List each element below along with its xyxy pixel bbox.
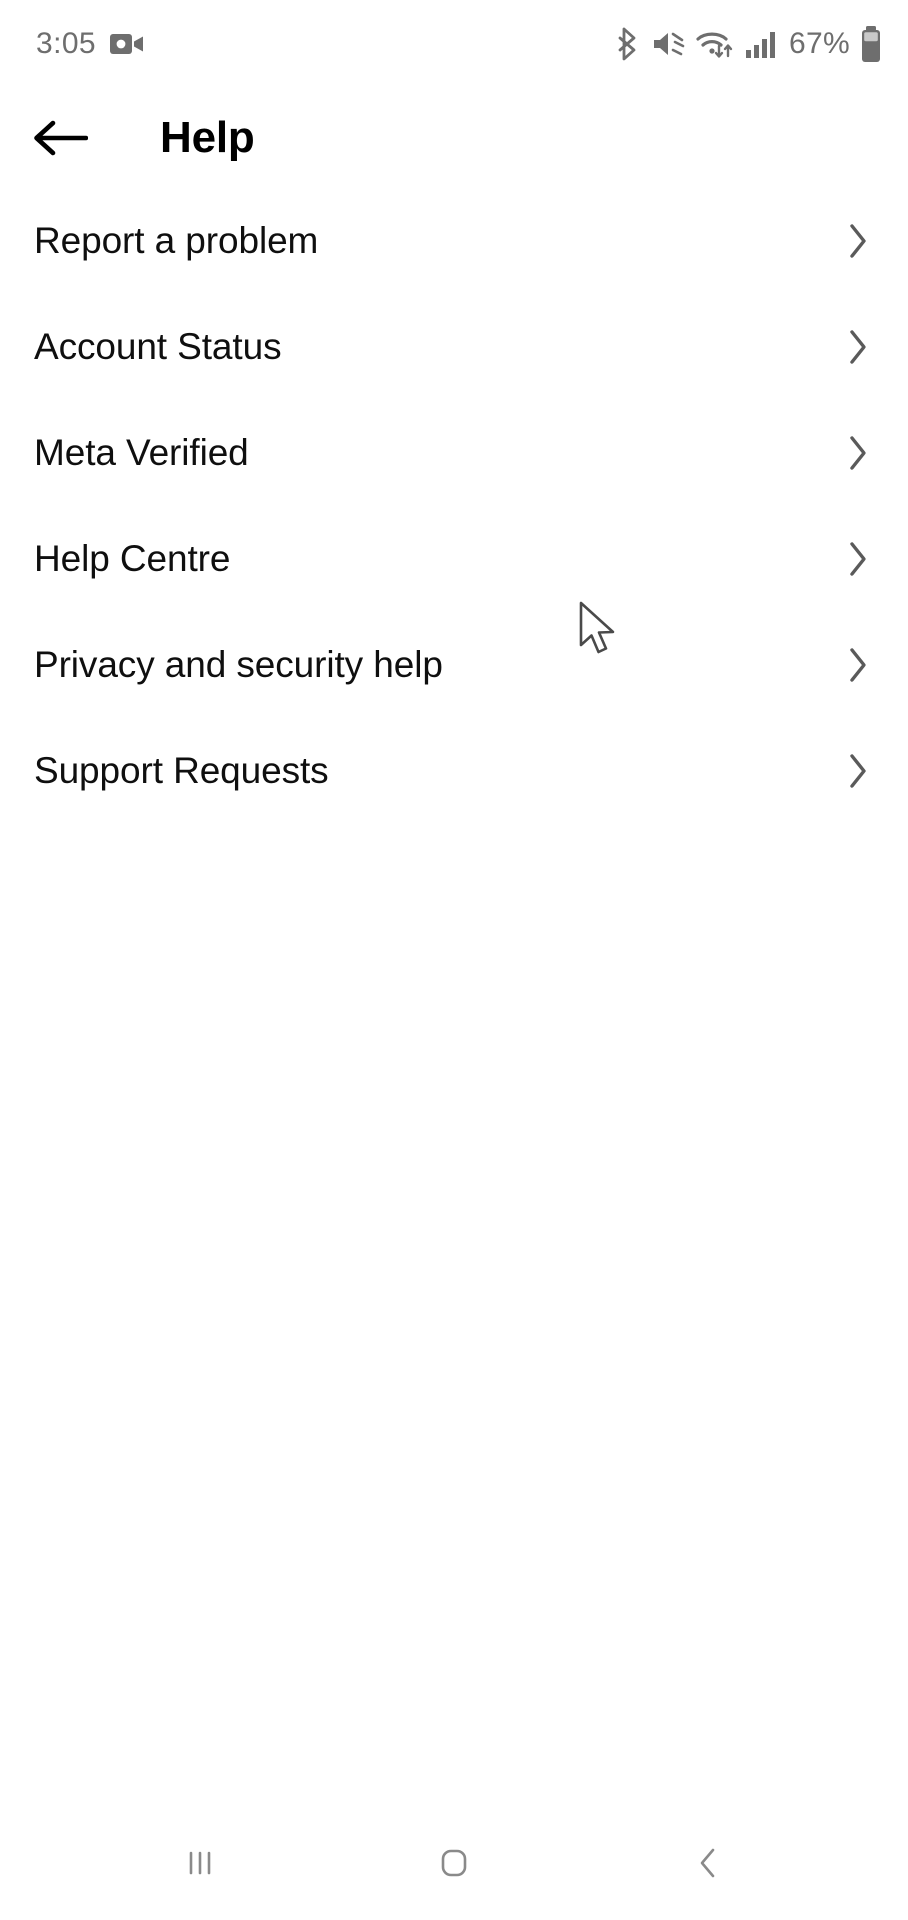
list-item[interactable]: Report a problem	[0, 188, 908, 294]
list-item-label: Privacy and security help	[34, 644, 443, 685]
chevron-right-icon	[845, 325, 871, 369]
list-item-label: Support Requests	[34, 750, 329, 791]
chevron-right-icon	[845, 219, 871, 263]
status-clock: 3:05	[36, 27, 96, 60]
status-bar: 3:05 67%	[0, 0, 908, 88]
battery-icon	[862, 26, 880, 62]
list-item-label: Report a problem	[34, 220, 319, 261]
chevron-right-icon	[845, 431, 871, 475]
app-header: Help	[0, 88, 908, 188]
nav-recents-button[interactable]	[120, 1805, 280, 1920]
list-item[interactable]: Help Centre	[0, 506, 908, 612]
bluetooth-icon	[618, 27, 636, 61]
list-item[interactable]: Meta Verified	[0, 400, 908, 506]
list-item-label: Help Centre	[34, 538, 231, 579]
list-item[interactable]: Account Status	[0, 294, 908, 400]
system-navigation-bar	[0, 1805, 908, 1920]
status-bar-left: 3:05	[36, 0, 144, 88]
signal-bars-icon	[746, 32, 776, 58]
recents-icon	[189, 1851, 211, 1874]
list-item-label: Meta Verified	[34, 432, 249, 473]
page-title: Help	[160, 113, 255, 162]
list-item[interactable]: Privacy and security help	[0, 612, 908, 718]
chevron-right-icon	[845, 749, 871, 793]
status-bar-right: 67%	[615, 0, 882, 88]
chevron-left-icon	[700, 1848, 715, 1877]
video-camera-icon	[110, 34, 143, 54]
arrow-left-icon	[34, 120, 88, 156]
nav-home-button[interactable]	[374, 1805, 534, 1920]
chevron-right-icon	[845, 537, 871, 581]
list-item-label: Account Status	[34, 326, 282, 367]
help-menu-list: Report a problem Account Status Meta Verif…	[0, 188, 908, 824]
nav-back-button[interactable]	[628, 1805, 788, 1920]
home-icon	[441, 1849, 467, 1876]
chevron-right-icon	[845, 643, 871, 687]
list-item[interactable]: Support Requests	[0, 718, 908, 824]
phone-screen: 3:05 67% Help Report a problem Account S…	[0, 0, 908, 1920]
wifi-data-transfer-icon	[696, 32, 733, 58]
header-back-button[interactable]	[22, 100, 98, 176]
battery-percent-label: 67%	[789, 27, 850, 60]
volume-muted-icon	[654, 32, 685, 56]
